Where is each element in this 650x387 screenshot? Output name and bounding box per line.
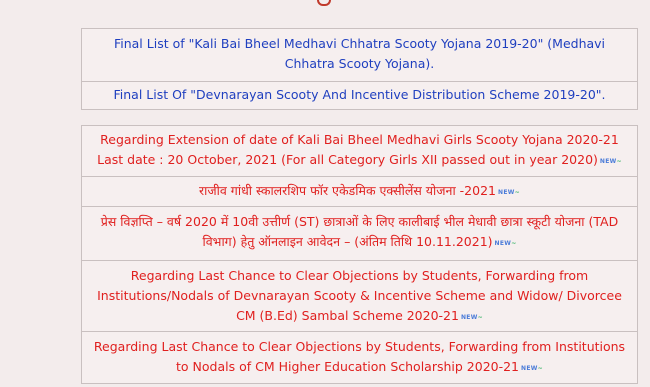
- link-text: Final List of "Kali Bai Bheel Medhavi Ch…: [113, 36, 606, 71]
- link-kali-bai-extension[interactable]: Regarding Extension of date of Kali Bai …: [81, 125, 638, 177]
- final-list-group: Final List of "Kali Bai Bheel Medhavi Ch…: [81, 28, 638, 110]
- link-objections-cm-higher-education[interactable]: Regarding Last Chance to Clear Objection…: [81, 332, 638, 384]
- link-objections-devnarayan[interactable]: Regarding Last Chance to Clear Objection…: [81, 261, 638, 332]
- new-badge-icon: NEW~: [599, 158, 622, 165]
- link-text: Regarding Last Chance to Clear Objection…: [97, 268, 622, 323]
- new-badge-icon: NEW~: [521, 365, 543, 372]
- announcements-group: Regarding Extension of date of Kali Bai …: [81, 125, 638, 384]
- link-rajiv-gandhi-scholarship[interactable]: राजीव गांधी स्कालरशिप फॉर एकेडमिक एक्सील…: [81, 177, 638, 207]
- link-text: राजीव गांधी स्कालरशिप फॉर एकेडमिक एक्सील…: [199, 183, 496, 198]
- link-text: Regarding Last Chance to Clear Objection…: [93, 339, 626, 374]
- new-badge-icon: NEW~: [460, 314, 483, 321]
- link-devnarayan-final-list[interactable]: Final List Of "Devnarayan Scooty And Inc…: [81, 82, 638, 110]
- link-text: Final List Of "Devnarayan Scooty And Inc…: [113, 87, 606, 102]
- link-text: Regarding Extension of date of Kali Bai …: [97, 132, 619, 167]
- link-text: प्रेस विज्ञप्ति – वर्ष 2020 में 10वी उत्…: [100, 214, 619, 249]
- new-badge-icon: NEW~: [498, 189, 520, 196]
- link-press-release-kalibai[interactable]: प्रेस विज्ञप्ति – वर्ष 2020 में 10वी उत्…: [81, 207, 638, 261]
- new-badge-icon: NEW~: [494, 240, 517, 247]
- decorative-top-mark: [317, 0, 331, 6]
- link-kali-bai-final-list[interactable]: Final List of "Kali Bai Bheel Medhavi Ch…: [81, 28, 638, 82]
